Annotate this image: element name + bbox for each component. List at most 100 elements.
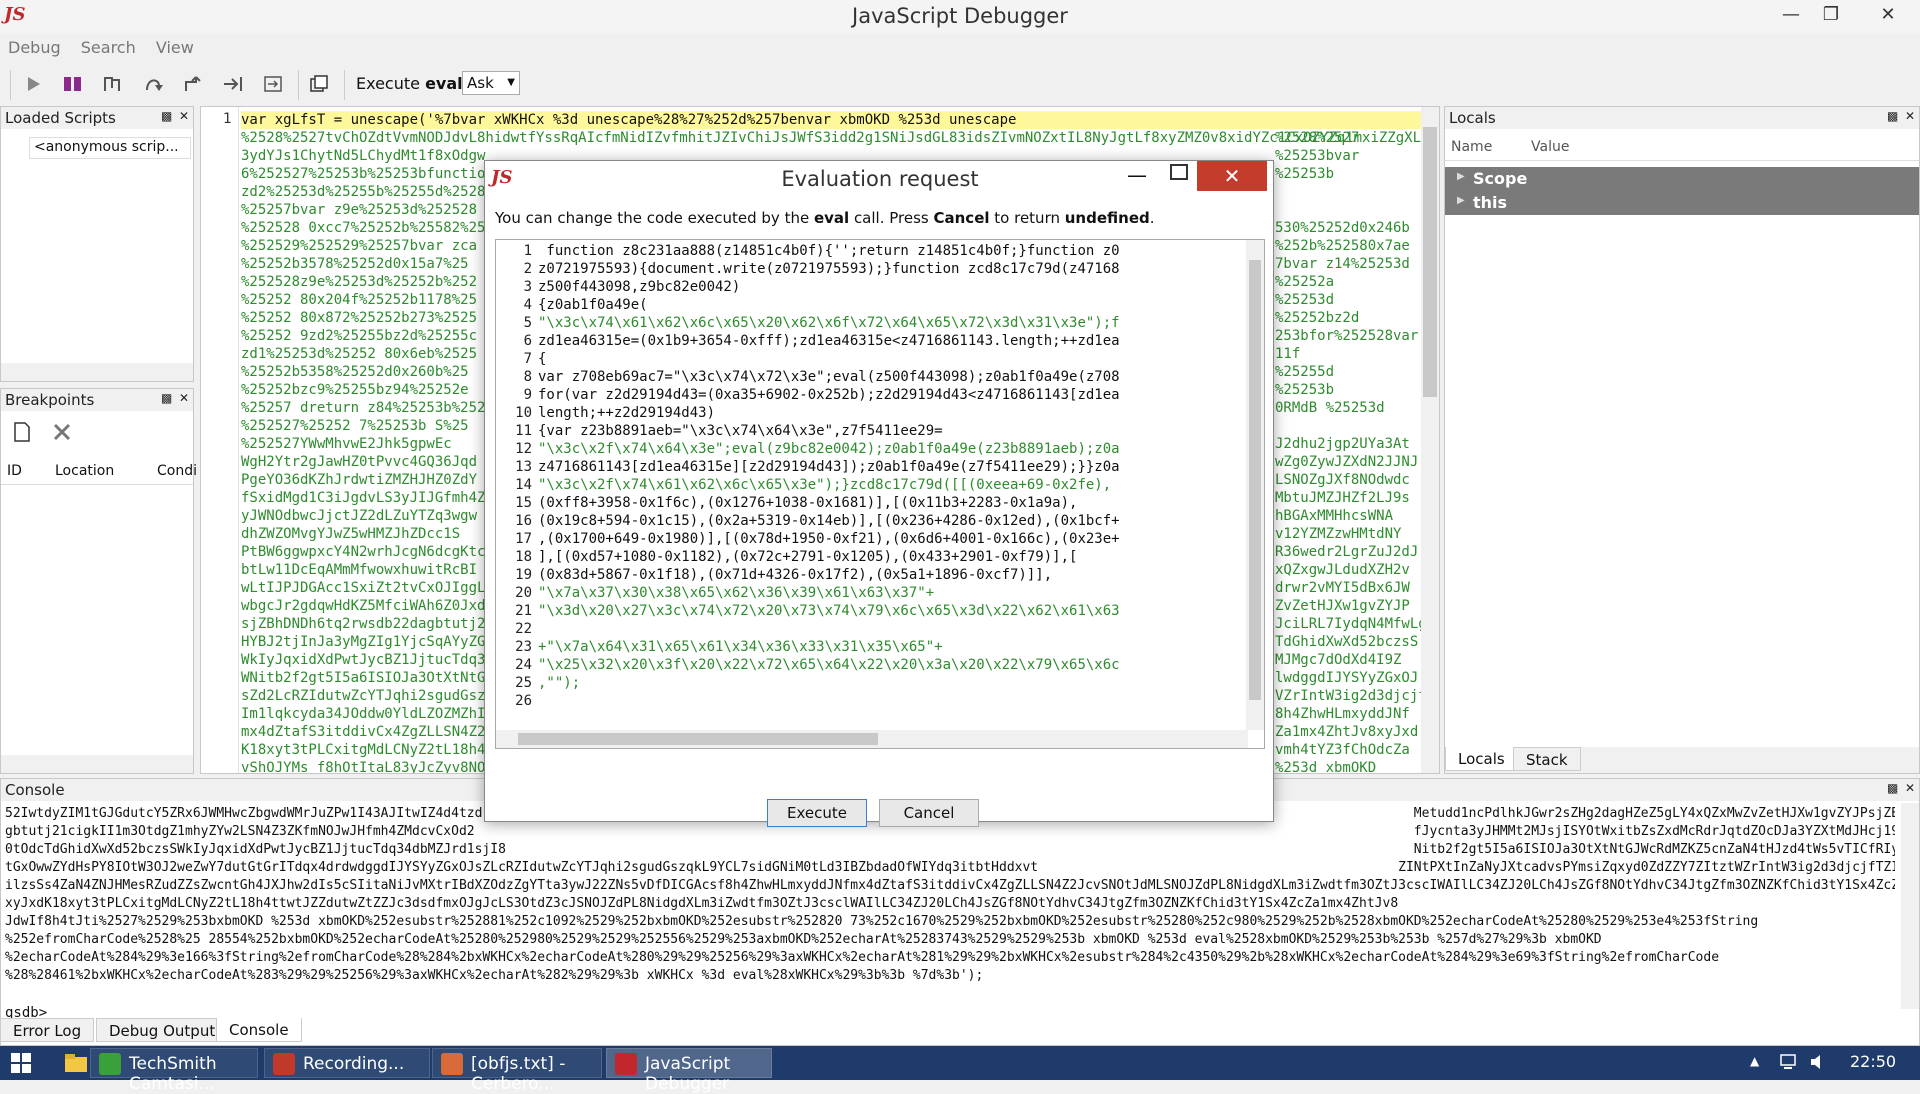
new-breakpoint-icon[interactable] bbox=[13, 421, 31, 447]
run-to-cursor-icon[interactable] bbox=[218, 70, 248, 98]
line-gutter: 1 bbox=[201, 107, 239, 773]
code-line: "\x3c\x2f\x74\x64\x3e";eval(z9bc82e0042)… bbox=[538, 441, 1120, 457]
dialog-minimize-button[interactable]: — bbox=[1127, 163, 1147, 187]
dialog-title-bar: JS Evaluation request — ✕ bbox=[485, 161, 1273, 195]
line-number: 25 bbox=[515, 675, 532, 691]
menu-debug[interactable]: Debug bbox=[0, 34, 69, 61]
line-number: 12 bbox=[515, 441, 532, 457]
toolbar: Execute evals: Ask ▼ bbox=[0, 64, 1920, 104]
continue-icon[interactable] bbox=[18, 70, 48, 98]
line-number: 26 bbox=[515, 693, 532, 709]
menu-view[interactable]: View bbox=[148, 34, 202, 61]
break-icon[interactable] bbox=[58, 70, 88, 98]
dialog-close-button[interactable]: ✕ bbox=[1197, 161, 1267, 191]
tab-stack[interactable]: Stack bbox=[1513, 747, 1581, 771]
scrollbar-thumb[interactable] bbox=[1249, 260, 1261, 700]
tab-debug-output[interactable]: Debug Output bbox=[96, 1018, 229, 1042]
close-icon[interactable]: ✕ bbox=[1905, 109, 1915, 123]
vertical-scrollbar[interactable] bbox=[1901, 803, 1919, 1009]
horizontal-scrollbar[interactable] bbox=[1, 755, 193, 773]
undock-icon[interactable]: ▩ bbox=[161, 391, 172, 405]
volume-icon[interactable] bbox=[1808, 1052, 1828, 1076]
code-line: ,""); bbox=[538, 675, 581, 691]
open-script-icon[interactable] bbox=[304, 70, 334, 98]
locals-row-this[interactable]: ▶ this bbox=[1445, 191, 1919, 215]
dialog-maximize-button[interactable] bbox=[1169, 163, 1191, 183]
line-number: 8 bbox=[523, 369, 532, 385]
vertical-scrollbar[interactable] bbox=[1246, 240, 1264, 730]
code-line: +"\x7a\x64\x31\x65\x61\x34\x36\x33\x31\x… bbox=[538, 639, 943, 655]
locals-tabs: Locals Stack bbox=[1445, 747, 1919, 773]
set-next-statement-icon[interactable] bbox=[258, 70, 288, 98]
execute-evals-select[interactable]: Ask ▼ bbox=[462, 71, 520, 95]
taskbar-item-camtasia[interactable]: TechSmith Camtasi... bbox=[90, 1048, 258, 1094]
close-icon[interactable]: ✕ bbox=[179, 391, 189, 405]
undock-icon[interactable]: ▩ bbox=[161, 109, 172, 123]
code-line: "\x3c\x2f\x74\x61\x62\x6c\x65\x3e");}zcd… bbox=[538, 477, 1112, 493]
code-line: (0x19c8+594-0x1c15),(0x2a+5319-0x14eb)],… bbox=[538, 513, 1120, 529]
editor-line: var xgLfsT = unescape('%7bvar xWKHCx %3d… bbox=[241, 111, 1421, 129]
tab-error-log[interactable]: Error Log bbox=[0, 1018, 95, 1042]
line-number: 21 bbox=[515, 603, 532, 619]
start-icon[interactable] bbox=[10, 1052, 32, 1078]
horizontal-scrollbar[interactable] bbox=[496, 730, 1248, 748]
close-icon[interactable]: ✕ bbox=[179, 109, 189, 123]
column-location[interactable]: Location bbox=[55, 463, 114, 479]
delete-breakpoint-icon[interactable] bbox=[51, 421, 73, 447]
step-over-icon[interactable] bbox=[98, 70, 128, 98]
taskbar-item-cerbero[interactable]: [obfjs.txt] - Cerbero... bbox=[432, 1048, 602, 1094]
maximize-button[interactable]: ❐ bbox=[1808, 0, 1854, 30]
editor-line-tail: 8h4ZhwHLmxyddJNf bbox=[1275, 706, 1410, 722]
eval-code-editor[interactable]: 1 2 3 4 5 6 7 8 9 10 11 12 13 14 15 16 17 18 19 20 21 22 23 24 2… bbox=[495, 239, 1265, 749]
line-number: 5 bbox=[523, 315, 532, 331]
step-out-icon[interactable] bbox=[178, 70, 208, 98]
code-line: {var z23b8891aeb="\x3c\x74\x64\x3e",z7f5… bbox=[538, 423, 943, 439]
taskbar-clock[interactable]: 22:50 bbox=[1850, 1052, 1896, 1071]
scrollbar-thumb[interactable] bbox=[1423, 127, 1437, 397]
locals-row-scope[interactable]: ▶ Scope bbox=[1445, 167, 1919, 191]
tab-locals[interactable]: Locals bbox=[1445, 747, 1518, 771]
recording-icon bbox=[273, 1053, 295, 1075]
editor-line-tail: drwr2vMYI5dBx6JW bbox=[1275, 580, 1410, 596]
code-line: z0721975593){document.write(z0721975593)… bbox=[538, 261, 1120, 277]
editor-line-tail: J2dhu2jgp2UYa3At bbox=[1275, 436, 1410, 452]
editor-line-tail: R36wedr2LgrZuJ2dJ bbox=[1275, 544, 1419, 560]
vertical-scrollbar[interactable] bbox=[1421, 107, 1439, 773]
network-icon[interactable] bbox=[1778, 1052, 1798, 1076]
column-condition[interactable]: Condi bbox=[157, 463, 197, 479]
step-into-icon[interactable] bbox=[138, 70, 168, 98]
taskbar-item-javascript-debugger[interactable]: JavaScript Debugger bbox=[606, 1048, 772, 1094]
horizontal-scrollbar[interactable] bbox=[1, 363, 193, 381]
undock-icon[interactable]: ▩ bbox=[1887, 781, 1898, 795]
file-explorer-icon[interactable] bbox=[64, 1052, 88, 1078]
menu-search[interactable]: Search bbox=[73, 34, 144, 61]
column-id[interactable]: ID bbox=[7, 463, 22, 479]
execute-button[interactable]: Execute bbox=[767, 799, 867, 827]
editor-line-tail: %253d xbmOKD bbox=[1275, 760, 1377, 774]
close-icon[interactable]: ✕ bbox=[1905, 781, 1915, 795]
cancel-button[interactable]: Cancel bbox=[879, 799, 979, 827]
console-line: tGxOwwZYdHsPY8IOtW3OJ2weZwY7dutGtGrITdqx… bbox=[5, 860, 1895, 875]
editor-line-tail: %25253bvar bbox=[1275, 148, 1360, 164]
breakpoints-columns: ID Location Condi bbox=[1, 459, 197, 485]
undock-icon[interactable]: ▩ bbox=[1887, 109, 1898, 123]
code-line: z500f443098,z9bc82e0042) bbox=[538, 279, 741, 295]
evaluation-request-dialog: JS Evaluation request — ✕ You can change… bbox=[484, 160, 1274, 827]
toolbar-separator bbox=[10, 70, 11, 100]
column-name[interactable]: Name bbox=[1451, 139, 1492, 155]
tray-chevron-icon[interactable]: ▲ bbox=[1750, 1054, 1759, 1068]
expand-icon[interactable]: ▶ bbox=[1457, 171, 1465, 182]
tab-console[interactable]: Console bbox=[216, 1018, 302, 1042]
line-number: 10 bbox=[515, 405, 532, 421]
editor-line-tail: TdGhidXwXd52bczsS bbox=[1275, 634, 1419, 650]
line-number: 14 bbox=[515, 477, 532, 493]
script-list-item[interactable]: <anonymous scrip... bbox=[29, 137, 191, 159]
scrollbar-thumb[interactable] bbox=[518, 733, 878, 745]
close-button[interactable]: ✕ bbox=[1860, 0, 1916, 30]
column-value[interactable]: Value bbox=[1531, 139, 1569, 155]
expand-icon[interactable]: ▶ bbox=[1457, 195, 1465, 206]
taskbar-item-recording[interactable]: Recording... bbox=[264, 1048, 430, 1078]
console-line: 0tOdcTdGhidXwXd52bczsSWkIyJqxidXdPwtJycB… bbox=[5, 842, 1895, 857]
eval-code[interactable]: function z8c231aa888(z14851c4b0f){'';ret… bbox=[538, 242, 1238, 710]
